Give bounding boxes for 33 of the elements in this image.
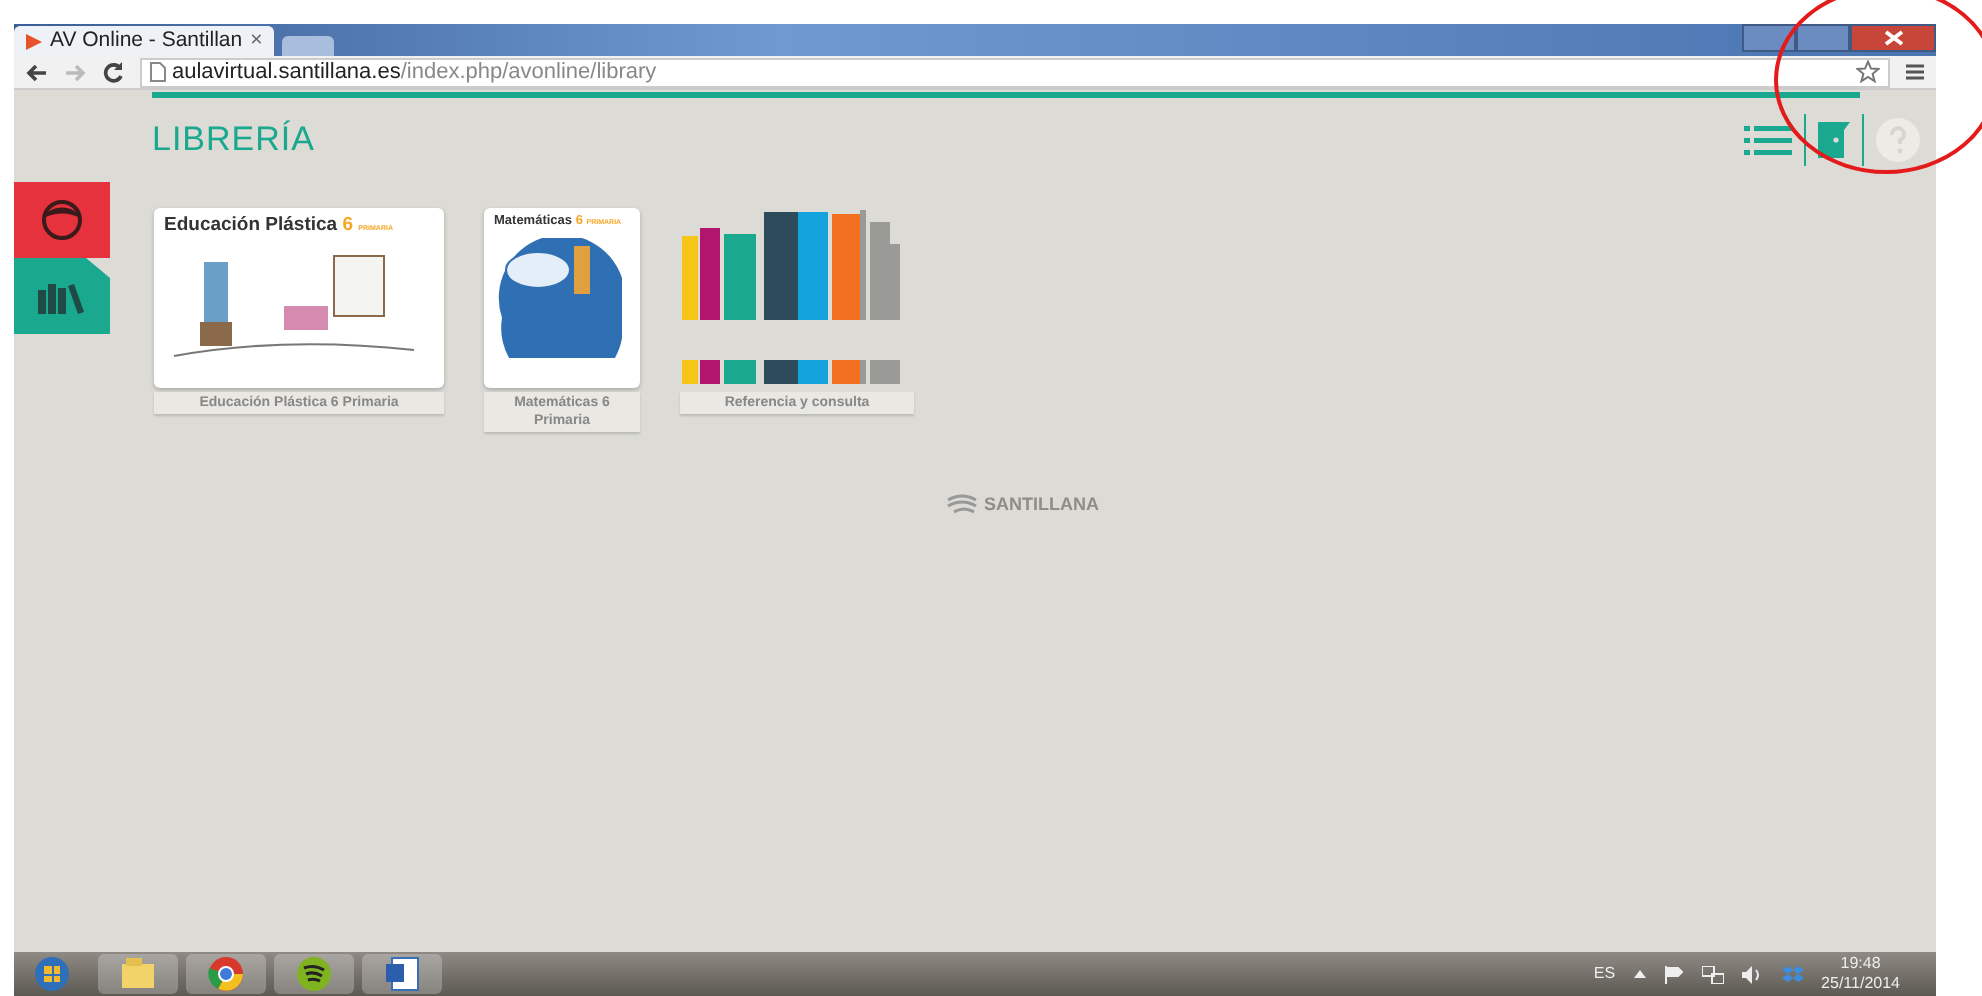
close-icon[interactable]: × <box>250 26 263 56</box>
volume-icon[interactable] <box>1741 965 1764 983</box>
music-app-icon[interactable] <box>296 956 332 992</box>
books-icon <box>38 278 86 314</box>
document-app-icon[interactable] <box>384 956 420 992</box>
folder-icon[interactable] <box>120 956 156 992</box>
url-text: aulavirtual.santillana.es/index.php/avonline/library <box>172 57 657 88</box>
sidebar-library-button[interactable] <box>14 258 110 334</box>
logo-text: SANTILLANA <box>984 492 1099 518</box>
sidebar-profile-button[interactable] <box>14 182 110 258</box>
star-icon <box>1856 60 1880 84</box>
language-indicator[interactable]: ES <box>1593 962 1616 986</box>
close-icon <box>1883 30 1903 46</box>
reload-icon[interactable] <box>102 61 124 83</box>
menu-icon[interactable] <box>1906 64 1924 80</box>
back-icon[interactable] <box>26 63 48 81</box>
clock-date[interactable]: 25/11/2014 <box>1821 974 1900 994</box>
browser-icon[interactable] <box>208 956 244 992</box>
page-title: LIBRERÍA <box>152 120 315 160</box>
browser-tab[interactable] <box>282 36 335 56</box>
app-icon <box>26 33 42 49</box>
network-icon[interactable] <box>1701 965 1724 983</box>
clock-time[interactable]: 19:48 <box>1821 954 1900 974</box>
face-icon <box>40 200 84 240</box>
page-icon <box>150 62 166 82</box>
flag-icon[interactable] <box>1663 965 1684 983</box>
door-icon[interactable] <box>1818 122 1850 158</box>
tray-arrow-icon[interactable] <box>1633 970 1646 978</box>
close-button[interactable] <box>1850 24 1936 52</box>
browser-tab[interactable]: AV Online - Santillan × <box>14 26 275 56</box>
start-button[interactable] <box>34 956 70 992</box>
address-field[interactable]: aulavirtual.santillana.es/index.php/avonline/library <box>140 57 1890 87</box>
logo-icon <box>946 493 978 518</box>
